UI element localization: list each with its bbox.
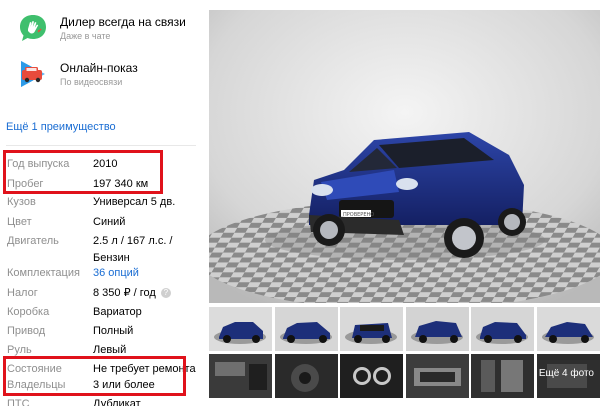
spec-key: Двигатель — [7, 235, 59, 247]
thumbnail[interactable] — [340, 354, 403, 398]
thumbnail[interactable] — [537, 307, 600, 351]
plate-text: ПРОВЕРЕНО — [343, 212, 374, 218]
highlight-box-condition-owners — [3, 356, 186, 396]
spec-row-color: Цвет Синий — [0, 213, 205, 231]
more-photos-label: Ещё 4 фото — [538, 368, 594, 379]
more-advantages-link[interactable]: Ещё 1 преимущество — [6, 121, 116, 133]
divider — [6, 145, 196, 146]
spec-row-drive: Привод Полный — [0, 322, 205, 340]
advantage-subtitle: Даже в чате — [60, 31, 111, 41]
main-car-photo[interactable]: ПРОВЕРЕНО — [209, 10, 600, 303]
spec-row-gearbox: Коробка Вариатор — [0, 303, 205, 321]
spec-value: 2.5 л / 167 л.с. / — [93, 235, 173, 247]
advantage-online-show: Онлайн-показ По видеосвязи — [18, 59, 138, 89]
advantage-dealer-contact: Дилер всегда на связи Даже в чате — [18, 13, 186, 43]
photo-gallery: ПРОВЕРЕНО Ещё 4 фото — [209, 10, 600, 406]
thumbnail[interactable] — [275, 354, 338, 398]
spec-value: Синий — [93, 216, 126, 228]
help-icon[interactable]: ? — [160, 288, 171, 299]
thumbnail[interactable] — [275, 307, 338, 351]
spec-row-tax: Налог 8 350 ₽ / год? — [0, 284, 205, 302]
spec-key: Налог — [7, 287, 38, 299]
thumbnail[interactable] — [471, 354, 534, 398]
spec-value: 8 350 ₽ / год — [93, 287, 156, 299]
thumbnail[interactable] — [340, 307, 403, 351]
spec-key: Цвет — [7, 216, 32, 228]
equipment-link[interactable]: 36 опций — [93, 264, 139, 282]
spec-key: Кузов — [7, 196, 36, 208]
spec-value: Вариатор — [93, 306, 142, 318]
advantage-subtitle: По видеосвязи — [60, 77, 123, 87]
thumbnail[interactable] — [406, 307, 469, 351]
highlight-box-year-mileage — [3, 150, 163, 194]
spec-row-body: Кузов Универсал 5 дв. — [0, 193, 205, 211]
thumbnail-more-photos[interactable]: Ещё 4 фото — [537, 354, 600, 398]
thumbnail[interactable] — [209, 307, 272, 351]
spec-value-wrap: 8 350 ₽ / год? — [93, 284, 171, 302]
spec-key: ПТС — [7, 398, 30, 406]
spec-row-pts: ПТС Дубликат — [0, 395, 205, 406]
advantage-text: Онлайн-показ По видеосвязи — [60, 61, 210, 88]
spec-row-equipment: Комплектация 36 опций — [0, 264, 205, 282]
spec-key: Комплектация — [7, 267, 80, 279]
advantage-title: Онлайн-показ — [60, 61, 138, 75]
spec-value: Дубликат — [93, 398, 141, 406]
chat-bubble-icon — [18, 13, 48, 43]
thumbnail[interactable] — [471, 307, 534, 351]
advantage-title: Дилер всегда на связи — [60, 15, 186, 29]
advantage-text: Дилер всегда на связи Даже в чате — [60, 15, 210, 42]
spec-value: Универсал 5 дв. — [93, 196, 176, 208]
spec-key: Коробка — [7, 306, 50, 318]
spec-key: Привод — [7, 325, 46, 337]
video-play-car-icon — [18, 59, 48, 89]
spec-value: Полный — [93, 325, 134, 337]
car-info-panel: Дилер всегда на связи Даже в чате Онлайн… — [0, 0, 200, 406]
thumbnail[interactable] — [406, 354, 469, 398]
thumbnail[interactable] — [209, 354, 272, 398]
spec-row-engine: Двигатель 2.5 л / 167 л.с. / Бензин — [0, 232, 205, 268]
